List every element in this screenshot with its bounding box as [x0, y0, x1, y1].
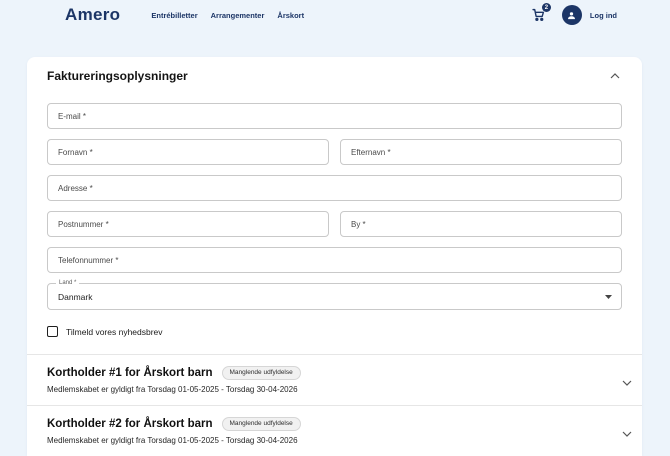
country-select-value: Danmark [58, 292, 92, 302]
address-field[interactable] [47, 175, 622, 201]
amero-logo[interactable]: Amero [65, 5, 120, 25]
cardholder-2-status-badge: Manglende udfyldelse [222, 417, 301, 431]
newsletter-label: Tilmeld vores nyhedsbrev [66, 327, 163, 337]
cardholder-2-title-row: Kortholder #2 for Årskort barn Manglende… [47, 416, 608, 432]
country-select-label: Land * [56, 280, 79, 287]
main-nav: Entrébilletter Arrangementer Årskort [151, 11, 304, 20]
cardholder-1-section[interactable]: Kortholder #1 for Årskort barn Manglende… [27, 354, 642, 405]
country-select[interactable]: Land * Danmark [47, 283, 622, 310]
last-name-field[interactable] [340, 139, 622, 165]
cardholder-2-title: Kortholder #2 for Årskort barn [47, 416, 213, 432]
newsletter-row: Tilmeld vores nyhedsbrev [47, 326, 622, 354]
nav-item-arrangementer[interactable]: Arrangementer [211, 11, 265, 20]
email-field[interactable] [47, 103, 622, 129]
account-button[interactable] [562, 5, 582, 25]
chevron-up-icon [610, 73, 620, 79]
city-field[interactable] [340, 211, 622, 237]
cardholder-1-title: Kortholder #1 for Årskort barn [47, 365, 213, 381]
login-link[interactable]: Log ind [590, 11, 617, 20]
first-name-field[interactable] [47, 139, 329, 165]
checkout-card: Faktureringsoplysninger Land * Danmark T… [27, 57, 642, 456]
user-icon [566, 10, 577, 21]
cart-button[interactable]: 2 [532, 8, 546, 22]
nav-item-entrebilletter[interactable]: Entrébilletter [151, 11, 197, 20]
billing-collapse-button[interactable] [608, 71, 622, 81]
nav-item-arskort[interactable]: Årskort [277, 11, 304, 20]
chevron-down-icon[interactable] [622, 373, 632, 391]
cardholder-1-title-row: Kortholder #1 for Årskort barn Manglende… [47, 365, 608, 381]
billing-section-header: Faktureringsoplysninger [47, 69, 622, 83]
chevron-down-icon[interactable] [622, 424, 632, 442]
chevron-down-icon [605, 294, 612, 299]
phone-field[interactable] [47, 247, 622, 273]
header-actions: 2 Log ind [532, 5, 617, 25]
billing-title: Faktureringsoplysninger [47, 69, 188, 83]
cardholder-2-section[interactable]: Kortholder #2 for Årskort barn Manglende… [27, 405, 642, 456]
cart-count-badge: 2 [542, 3, 551, 12]
cardholder-1-validity: Medlemskabet er gyldigt fra Torsdag 01-0… [47, 385, 608, 394]
top-header: Amero Entrébilletter Arrangementer Årsko… [0, 0, 670, 30]
newsletter-checkbox[interactable] [47, 326, 58, 337]
cardholder-1-status-badge: Manglende udfyldelse [222, 366, 301, 380]
postal-code-field[interactable] [47, 211, 329, 237]
